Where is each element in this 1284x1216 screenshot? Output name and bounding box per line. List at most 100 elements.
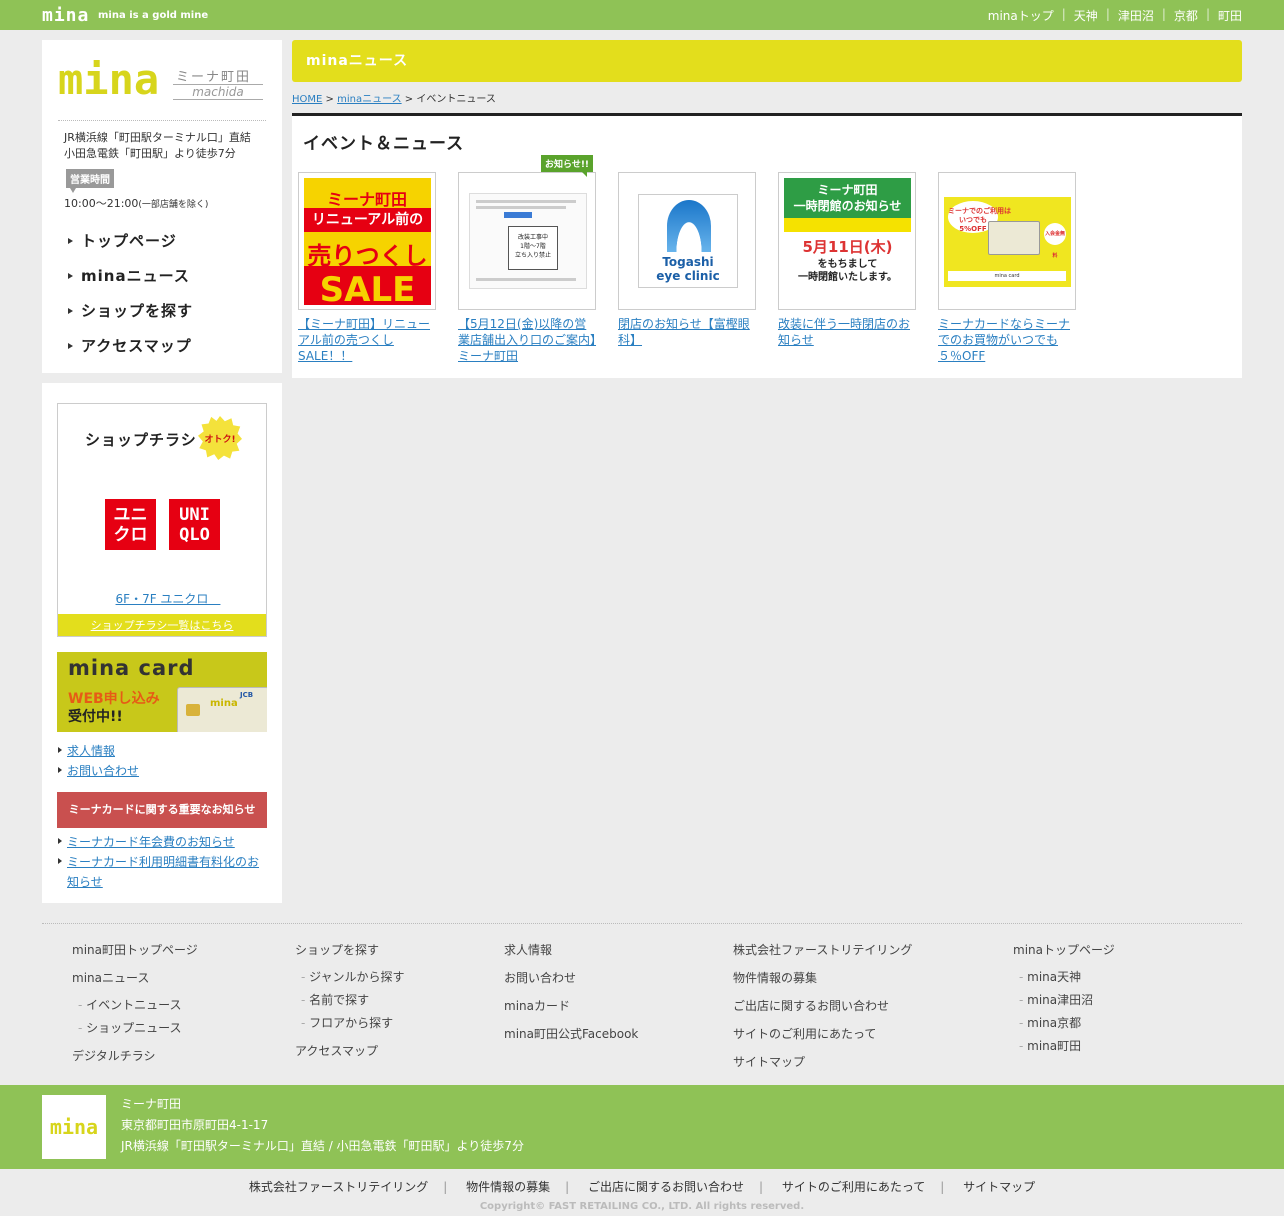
footer-sublink[interactable]: mina津田沼 <box>1013 989 1115 1012</box>
statement-fee-link[interactable]: ミーナカード利用明細書有料化のお知らせ <box>67 855 259 889</box>
top-nav-tsudanuma[interactable]: 津田沼 <box>1118 7 1154 24</box>
news-thumb[interactable]: ミーナでのご利用は いつでも 5%OFF 入会金無料 mina card <box>938 172 1076 310</box>
uniqlo-logo-jp[interactable]: ユニ クロ <box>105 499 156 550</box>
footer-link[interactable]: ご出店に関するお問い合わせ <box>733 994 912 1022</box>
footer-link[interactable]: minaトップページ <box>1013 938 1115 966</box>
news-link[interactable]: ミーナカードならミーナでのお買物がいつでも５％OFF <box>938 316 1076 364</box>
footer-link[interactable]: 求人情報 <box>504 938 638 966</box>
card-chip-icon <box>186 704 200 716</box>
footer-link[interactable]: サイトのご利用にあたって <box>733 1022 912 1050</box>
footer-store-name: ミーナ町田 <box>121 1097 182 1111</box>
thumb-row <box>476 278 576 281</box>
breadcrumb-current: イベントニュース <box>416 94 496 105</box>
bottom-link[interactable]: サイトのご利用にあたって <box>782 1180 925 1194</box>
thumb-text: をもちまして 一時閉館いたします。 <box>798 259 897 283</box>
card-logo: mina <box>210 698 238 709</box>
annual-fee-link[interactable]: ミーナカード年会費のお知らせ <box>67 835 235 849</box>
link-separator: | <box>759 1180 764 1194</box>
section-title: イベント＆ニュース <box>303 134 465 154</box>
footer-sublink[interactable]: mina町田 <box>1013 1035 1115 1058</box>
top-nav-kyoto[interactable]: 京都 <box>1174 7 1198 24</box>
brand-name-jp: ミーナ町田 <box>176 70 252 85</box>
bottom-link[interactable]: 物件情報の募集 <box>466 1180 550 1194</box>
footer-link[interactable]: mina町田トップページ <box>72 938 198 966</box>
thumb-text: ミーナ町田 <box>326 190 407 209</box>
list-item: 求人情報 <box>57 741 139 761</box>
breadcrumb-sep: > <box>325 94 334 105</box>
card-banner-title: mina card <box>68 656 195 680</box>
thumb-text: Togashi eye clinic <box>656 255 720 283</box>
footer-link[interactable]: アクセスマップ <box>295 1039 405 1067</box>
footer-sublink[interactable]: イベントニュース <box>72 994 198 1017</box>
divider <box>58 120 266 121</box>
bottom-link[interactable]: ご出店に関するお問い合わせ <box>588 1180 744 1194</box>
news-link[interactable]: 【ミーナ町田】リニューアル前の売つくしSALE！！ <box>298 316 436 364</box>
footer-link[interactable]: お問い合わせ <box>504 966 638 994</box>
sidebar-item-access[interactable]: アクセスマップ <box>68 328 193 363</box>
top-tagline: mina is a gold mine <box>98 10 209 21</box>
sidebar-info-panel: mina ミーナ町田 machida JR横浜線「町田駅ターミナル口」直結 小田… <box>42 40 282 373</box>
brand-logo[interactable]: mina ミーナ町田 machida <box>58 58 264 118</box>
brand-mina: mina <box>58 55 160 104</box>
hours-value: 10:00～21:00 <box>64 197 139 210</box>
news-link[interactable]: 閉店のお知らせ【富樫眼科】 <box>618 316 756 348</box>
footer-sublink[interactable]: mina天神 <box>1013 966 1115 989</box>
breadcrumb-home[interactable]: HOME <box>292 94 322 105</box>
top-logo[interactable]: mina <box>42 5 89 26</box>
footer-link[interactable]: 株式会社ファーストリテイリング <box>733 938 912 966</box>
footer-sublink[interactable]: 名前で探す <box>295 989 405 1012</box>
footer-sublink[interactable]: mina京都 <box>1013 1012 1115 1035</box>
news-thumb[interactable]: ミーナ町田 一時閉館のお知らせ 5月11日(木) をもちまして 一時閉館いたしま… <box>778 172 916 310</box>
footer-sublink[interactable]: ジャンルから探す <box>295 966 404 989</box>
sidebar-item-shops[interactable]: ショップを探す <box>68 293 193 328</box>
nav-separator: | <box>1205 7 1210 21</box>
uniqlo-logo-en[interactable]: UNI QLO <box>169 499 220 550</box>
eye-clinic-icon <box>667 200 711 252</box>
news-thumb[interactable]: Togashi eye clinic <box>618 172 756 310</box>
top-nav-mina-top[interactable]: minaトップ <box>988 7 1054 24</box>
uniqlo-text: UNI QLO <box>179 504 210 545</box>
footer-link[interactable]: mina町田公式Facebook <box>504 1022 638 1050</box>
footer-link[interactable]: minaカード <box>504 994 638 1022</box>
news-thumb[interactable]: ミーナ町田 リニューアル前の 売りつくし SALE <box>298 172 436 310</box>
footer-sublink[interactable]: ショップニュース <box>72 1017 198 1040</box>
bottom-link[interactable]: 株式会社ファーストリテイリング <box>249 1180 428 1194</box>
news-link[interactable]: 【5月12日(金)以降の営業店舗出入り口のご案内】ミーナ町田 <box>458 316 596 364</box>
footer-col: 求人情報 お問い合わせ minaカード mina町田公式Facebook <box>504 938 638 1050</box>
bottom-link[interactable]: サイトマップ <box>963 1180 1035 1194</box>
news-thumb[interactable]: 改装工事中 1階～7階 立ち入り禁止 <box>458 172 596 310</box>
nav-separator: | <box>1105 7 1110 21</box>
jobs-link[interactable]: 求人情報 <box>67 744 115 758</box>
footer-col: minaトップページ mina天神 mina津田沼 mina京都 mina町田 <box>1013 938 1115 1058</box>
bottom-links: 株式会社ファーストリテイリング | 物件情報の募集 | ご出店に関するお問い合わせ |… <box>0 1178 1284 1195</box>
news-link[interactable]: 改装に伴う一時閉店のお知らせ <box>778 316 916 348</box>
sidebar-item-top[interactable]: トップページ <box>68 223 193 258</box>
footer-link[interactable]: ショップを探す <box>295 938 405 966</box>
news-item: お知らせ!! 改装工事中 1階～7階 立ち入り禁止 【5月12日(金)以降の営業… <box>458 155 596 364</box>
side-links: 求人情報 お問い合わせ <box>57 741 139 781</box>
top-nav-machida[interactable]: 町田 <box>1218 7 1242 24</box>
closure-thumbnail: ミーナ町田 一時閉館のお知らせ 5月11日(木) をもちまして 一時閉館いたしま… <box>784 178 911 305</box>
contact-link[interactable]: お問い合わせ <box>67 764 139 778</box>
store-access: JR横浜線「町田駅ターミナル口」直結 小田急電鉄「町田駅」より徒歩7分 <box>64 130 251 162</box>
thumb-text: SALE <box>304 266 431 305</box>
mina-card-banner[interactable]: mina card WEB申し込み 受付中!! mina JCB <box>57 652 267 732</box>
thumb-text: ミーナ町田 一時閉館のお知らせ <box>784 178 911 218</box>
news-item: ミーナ町田 リニューアル前の 売りつくし SALE 【ミーナ町田】リニューアル前… <box>298 172 436 364</box>
flyer-list-link[interactable]: ショップチラシ一覧はこちら <box>91 619 234 632</box>
flyer-list-bar: ショップチラシ一覧はこちら <box>58 614 266 636</box>
top-nav-tenjin[interactable]: 天神 <box>1074 7 1098 24</box>
card-banner-sub: 受付中!! <box>68 709 123 725</box>
uniqlo-flyer-link[interactable]: 6F・7F ユニクロ <box>116 592 221 606</box>
hours-label: 営業時間 <box>66 169 114 193</box>
footer-link[interactable]: サイトマップ <box>733 1050 912 1078</box>
thumb-text: 5月11日(木) <box>802 238 893 256</box>
footer-sublink[interactable]: フロアから探す <box>295 1012 405 1035</box>
footer-link[interactable]: minaニュース <box>72 966 198 994</box>
sidebar-item-news[interactable]: minaニュース <box>68 258 193 293</box>
breadcrumb-news[interactable]: minaニュース <box>337 94 402 105</box>
footer-link[interactable]: 物件情報の募集 <box>733 966 912 994</box>
footer-link[interactable]: デジタルチラシ <box>72 1044 198 1072</box>
news-item: ミーナ町田 一時閉館のお知らせ 5月11日(木) をもちまして 一時閉館いたしま… <box>778 172 916 348</box>
footer-logo[interactable]: mina <box>42 1095 106 1159</box>
